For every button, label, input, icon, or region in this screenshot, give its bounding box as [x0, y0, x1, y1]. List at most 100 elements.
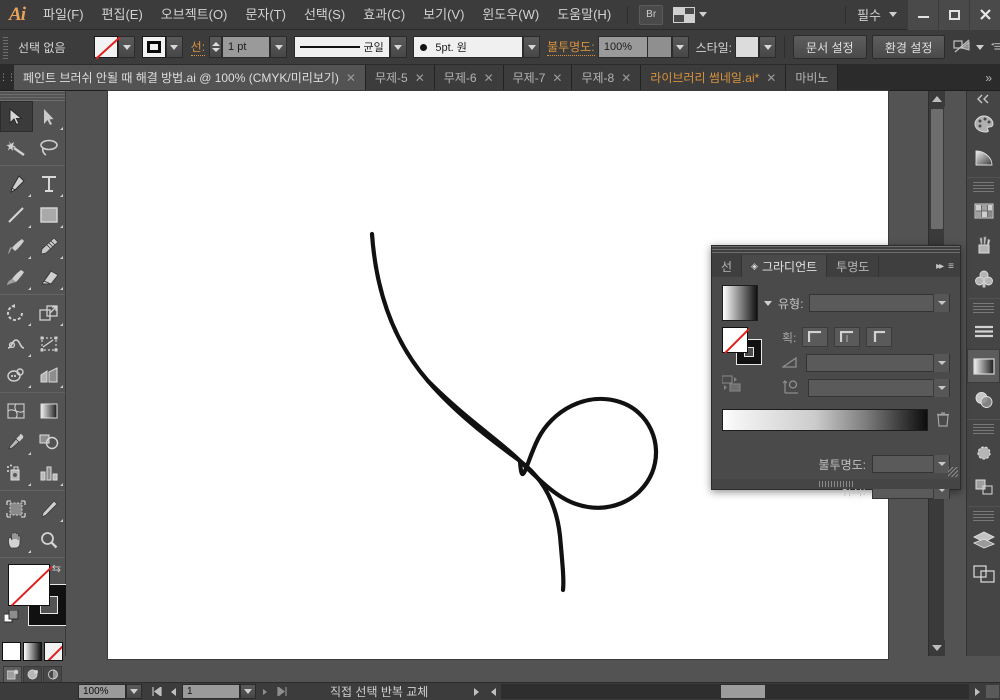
opacity-input[interactable]: 100%: [597, 36, 648, 58]
horizontal-scroll-thumb[interactable]: [721, 685, 766, 698]
fill-color-swatch[interactable]: [8, 564, 50, 606]
tools-panel-gripper[interactable]: [0, 91, 65, 101]
graphic-style-dropdown-button[interactable]: [759, 36, 777, 58]
menu-edit[interactable]: 편집(E): [93, 0, 152, 30]
tab-close-icon[interactable]: ✕: [346, 72, 356, 84]
tool-pen[interactable]: [0, 168, 33, 199]
gradient-aspect-select[interactable]: [808, 379, 950, 397]
brushes-panel-icon[interactable]: [967, 228, 1000, 262]
panel-footer-gripper[interactable]: [712, 479, 960, 489]
canvas-horizontal-scrollbar[interactable]: [501, 684, 969, 699]
stroke-weight-input[interactable]: 1 pt: [222, 36, 271, 58]
next-artboard-button[interactable]: [256, 684, 273, 699]
arrange-documents-button[interactable]: [673, 6, 708, 23]
reverse-gradient-icon[interactable]: [721, 375, 774, 396]
tool-blend[interactable]: [33, 426, 66, 457]
tool-direct-selection[interactable]: [33, 101, 66, 132]
status-message[interactable]: 직접 선택 반복 교체: [330, 683, 428, 700]
symbols-panel-icon[interactable]: [967, 262, 1000, 296]
tool-selection[interactable]: [0, 101, 33, 132]
workspace-switcher[interactable]: 필수: [853, 5, 885, 24]
panel-menu-icon[interactable]: [990, 41, 1000, 53]
tool-line-segment[interactable]: [0, 199, 33, 230]
tab-document-1[interactable]: 무제-5 ✕: [365, 65, 435, 90]
screen-mode-fullscreen-icon[interactable]: [43, 666, 62, 683]
tool-column-graph[interactable]: [33, 457, 66, 488]
tool-rotate[interactable]: [0, 297, 33, 328]
tool-scale[interactable]: [33, 297, 66, 328]
opacity-dropdown-button[interactable]: [671, 36, 689, 58]
tab-close-icon[interactable]: ✕: [415, 72, 425, 84]
align-chevron-down-icon[interactable]: [976, 44, 985, 50]
gradient-stroke-across-button[interactable]: [866, 327, 893, 347]
menu-view[interactable]: 보기(V): [414, 0, 473, 30]
swap-fill-stroke-icon[interactable]: ⇆: [52, 562, 61, 575]
dock-group-gripper-2[interactable]: [973, 182, 994, 192]
tool-slice[interactable]: [33, 493, 66, 524]
brush-definition-control[interactable]: 5pt. 원: [413, 36, 541, 58]
menu-object[interactable]: 오브젝트(O): [152, 0, 237, 30]
color-mode-none-icon[interactable]: [44, 642, 63, 661]
tool-paintbrush[interactable]: [0, 230, 33, 261]
stroke-swatch-icon[interactable]: [141, 36, 166, 58]
dock-group-gripper-3[interactable]: [973, 303, 994, 313]
menu-type[interactable]: 문자(T): [236, 0, 295, 30]
delete-stop-icon[interactable]: [936, 411, 950, 430]
panel-collapse-icon[interactable]: ▸▸: [936, 261, 944, 272]
last-artboard-button[interactable]: [273, 684, 290, 699]
graphic-style-swatch[interactable]: [735, 36, 760, 58]
color-panel-icon[interactable]: [967, 107, 1000, 141]
tool-pencil[interactable]: [33, 230, 66, 261]
graphic-styles-panel-icon[interactable]: [967, 470, 1000, 504]
gradient-slider[interactable]: [722, 409, 928, 431]
tab-overflow-button[interactable]: »: [977, 65, 1000, 90]
collapse-panels-icon[interactable]: [967, 91, 1000, 107]
tab-document-3[interactable]: 무제-7 ✕: [503, 65, 573, 90]
default-fill-stroke-icon[interactable]: [3, 609, 19, 628]
menu-effect[interactable]: 효과(C): [354, 0, 414, 30]
stroke-weight-control[interactable]: 1 pt: [209, 36, 288, 58]
panel-tab-transparency[interactable]: 투명도: [827, 255, 880, 277]
fill-swatch-none-icon[interactable]: [94, 36, 118, 58]
panel-fill-proxy[interactable]: [722, 327, 748, 353]
workspace-chevron-down-icon[interactable]: [889, 12, 897, 17]
tool-artboard[interactable]: [0, 493, 33, 524]
align-icon[interactable]: [952, 38, 972, 56]
scroll-right-icon[interactable]: [969, 684, 985, 699]
gradient-angle-select[interactable]: [806, 354, 950, 372]
gradient2-panel-icon[interactable]: [967, 349, 1000, 383]
tab-close-icon[interactable]: ✕: [484, 72, 494, 84]
panel-tab-stroke[interactable]: 선: [712, 255, 743, 277]
gradient-type-chevron-down-icon[interactable]: [933, 294, 949, 312]
stroke-profile-control[interactable]: 균일: [293, 36, 407, 58]
menu-window[interactable]: 윈도우(W): [473, 0, 548, 30]
scroll-up-icon[interactable]: [929, 91, 945, 107]
scroll-down-icon[interactable]: [929, 640, 945, 656]
layers-panel-icon[interactable]: [967, 523, 1000, 557]
align-control[interactable]: [952, 38, 985, 56]
minimize-button[interactable]: [907, 0, 938, 30]
tab-close-icon[interactable]: ✕: [621, 72, 631, 84]
screen-mode-normal-icon[interactable]: [3, 666, 22, 683]
tool-rectangle[interactable]: [33, 199, 66, 230]
first-artboard-button[interactable]: [148, 684, 165, 699]
dock-group-gripper-4[interactable]: [973, 424, 994, 434]
gradient-presets-chevron-down-icon[interactable]: [764, 300, 772, 306]
zoom-level-chevron-down-icon[interactable]: [126, 684, 142, 699]
artboard-chevron-down-icon[interactable]: [240, 684, 256, 699]
gradient-type-select[interactable]: [809, 294, 950, 312]
stroke-dropdown-button[interactable]: [165, 36, 183, 58]
artboard-number-input[interactable]: 1: [182, 684, 240, 699]
appearance-panel-icon[interactable]: [967, 436, 1000, 470]
tool-width[interactable]: [0, 328, 33, 359]
tab-bar-gripper[interactable]: ⋮⋮: [0, 64, 16, 90]
artboards-panel-icon[interactable]: [967, 557, 1000, 591]
stroke-control[interactable]: [141, 36, 183, 58]
gradient-aspect-chevron-down-icon[interactable]: [933, 379, 949, 397]
maximize-button[interactable]: [938, 0, 969, 30]
stroke-panel-icon[interactable]: [967, 315, 1000, 349]
opacity-control[interactable]: 100%: [597, 36, 689, 58]
color-mode-solid-icon[interactable]: [2, 642, 21, 661]
status-expand-button[interactable]: [468, 684, 485, 699]
tab-document-4[interactable]: 무제-8 ✕: [572, 65, 642, 90]
